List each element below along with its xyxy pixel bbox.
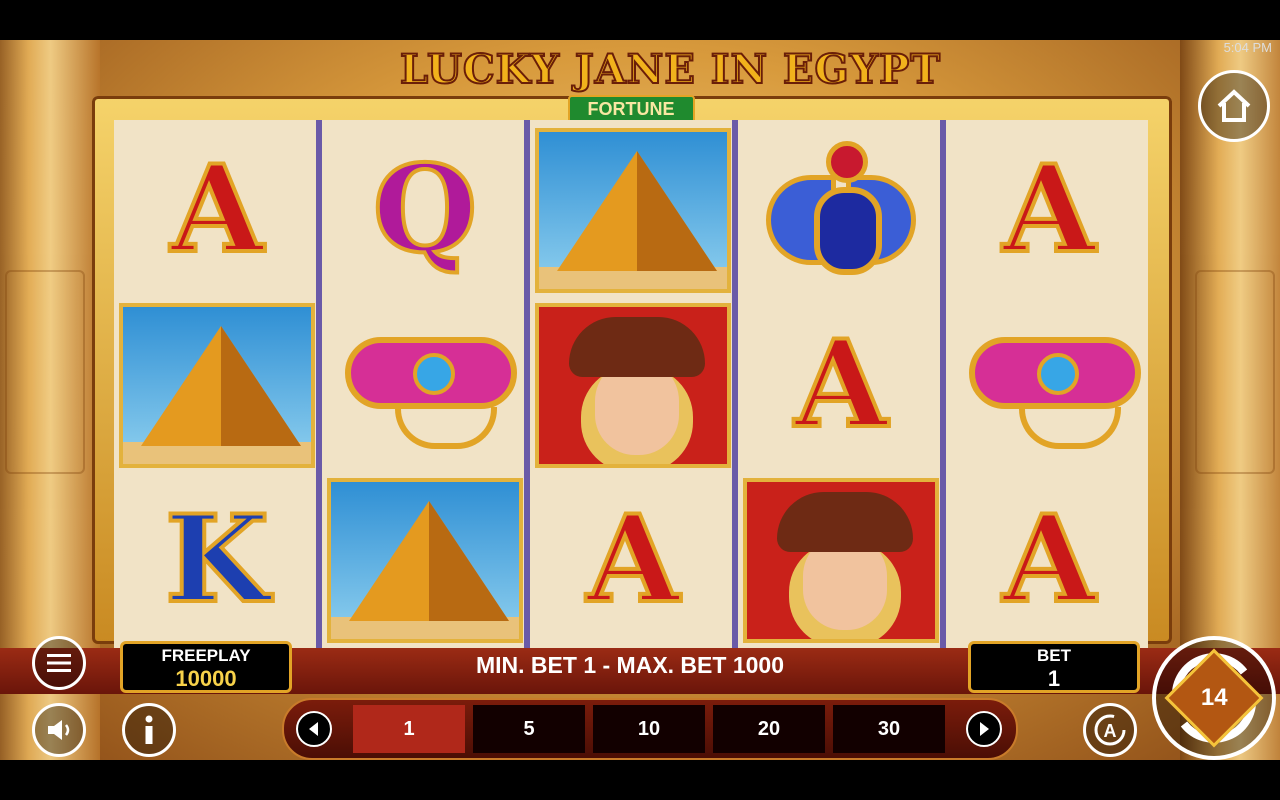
- symbol-q: Q: [371, 139, 480, 280]
- bottom-bar: [0, 760, 1280, 800]
- speaker-icon: [48, 720, 70, 740]
- spin-button[interactable]: 14: [1152, 636, 1276, 760]
- reel-cell: A: [946, 475, 1152, 645]
- status-time: 5:04 PM: [1223, 40, 1272, 55]
- reel-cell: [530, 125, 736, 295]
- symbol-a: A: [1000, 139, 1097, 280]
- symbol-pyramid: [535, 127, 731, 293]
- reel-cell: [322, 475, 528, 645]
- symbol-eye-of-horus: [335, 315, 517, 455]
- symbol-pyramid: [119, 302, 315, 468]
- bet-limits: MIN. BET 1 - MAX. BET 1000: [475, 652, 784, 678]
- svg-text:A: A: [1104, 721, 1117, 741]
- reel-cell: [530, 300, 736, 470]
- reels: AKQAAAA: [114, 120, 1148, 670]
- reel-cell: A: [530, 475, 736, 645]
- reel-4: A: [738, 120, 946, 670]
- reel-cell: A: [114, 125, 320, 295]
- bet-panel: BET 1: [968, 641, 1140, 693]
- chevron-left-icon: [309, 722, 318, 736]
- spin-badge-text: 14: [1200, 683, 1228, 711]
- reel-3: A: [530, 120, 738, 670]
- symbol-a: A: [1000, 489, 1097, 630]
- freeplay-value: 10000: [175, 666, 237, 691]
- symbol-a: A: [168, 139, 265, 280]
- symbol-scarab: [766, 135, 916, 285]
- reel-cell: [946, 300, 1152, 470]
- reel-cell: [322, 300, 528, 470]
- reel-5: AA: [946, 120, 1148, 670]
- reel-cell: [114, 300, 320, 470]
- sound-button[interactable]: [32, 703, 86, 757]
- reel-cell: [738, 125, 944, 295]
- home-icon: [1217, 89, 1251, 122]
- logo-title: LUCKY JANE IN EGYPT: [399, 45, 942, 94]
- symbol-jane-wild: [535, 302, 731, 468]
- menu-button[interactable]: [32, 636, 86, 690]
- reel-cell: A: [738, 300, 944, 470]
- reel-cell: K: [114, 475, 320, 645]
- bet-option[interactable]: 20: [713, 705, 825, 753]
- reel-2: Q: [322, 120, 530, 670]
- symbol-a: A: [792, 314, 889, 455]
- symbol-k: K: [163, 489, 271, 630]
- autoplay-button[interactable]: A: [1083, 703, 1137, 757]
- info-icon: [145, 715, 153, 744]
- reel-cell: A: [946, 125, 1152, 295]
- info-button[interactable]: [122, 703, 176, 757]
- reel-cell: Q: [322, 125, 528, 295]
- autoplay-icon: A: [1094, 714, 1126, 746]
- reel-cell: [738, 475, 944, 645]
- reel-1: AK: [114, 120, 322, 670]
- hamburger-menu-icon: [47, 654, 71, 672]
- bet-option[interactable]: 1: [353, 705, 465, 753]
- symbol-a: A: [584, 489, 681, 630]
- game-logo: LUCKY JANE IN EGYPT FORTUNE: [399, 40, 942, 124]
- bet-value: 1: [1047, 666, 1061, 691]
- bet-next-button[interactable]: [966, 711, 1002, 747]
- symbol-eye-of-horus: [959, 315, 1141, 455]
- symbol-jane-wild: [743, 477, 939, 643]
- freeplay-panel: FREEPLAY 10000: [120, 641, 292, 693]
- symbol-pyramid: [327, 477, 523, 643]
- bet-option[interactable]: 10: [593, 705, 705, 753]
- bet-label: BET: [1037, 646, 1071, 665]
- bet-option[interactable]: 30: [833, 705, 945, 753]
- home-button[interactable]: [1198, 70, 1270, 142]
- bet-option[interactable]: 5: [473, 705, 585, 753]
- chevron-right-icon: [980, 722, 989, 736]
- bet-prev-button[interactable]: [296, 711, 332, 747]
- freeplay-label: FREEPLAY: [161, 646, 251, 665]
